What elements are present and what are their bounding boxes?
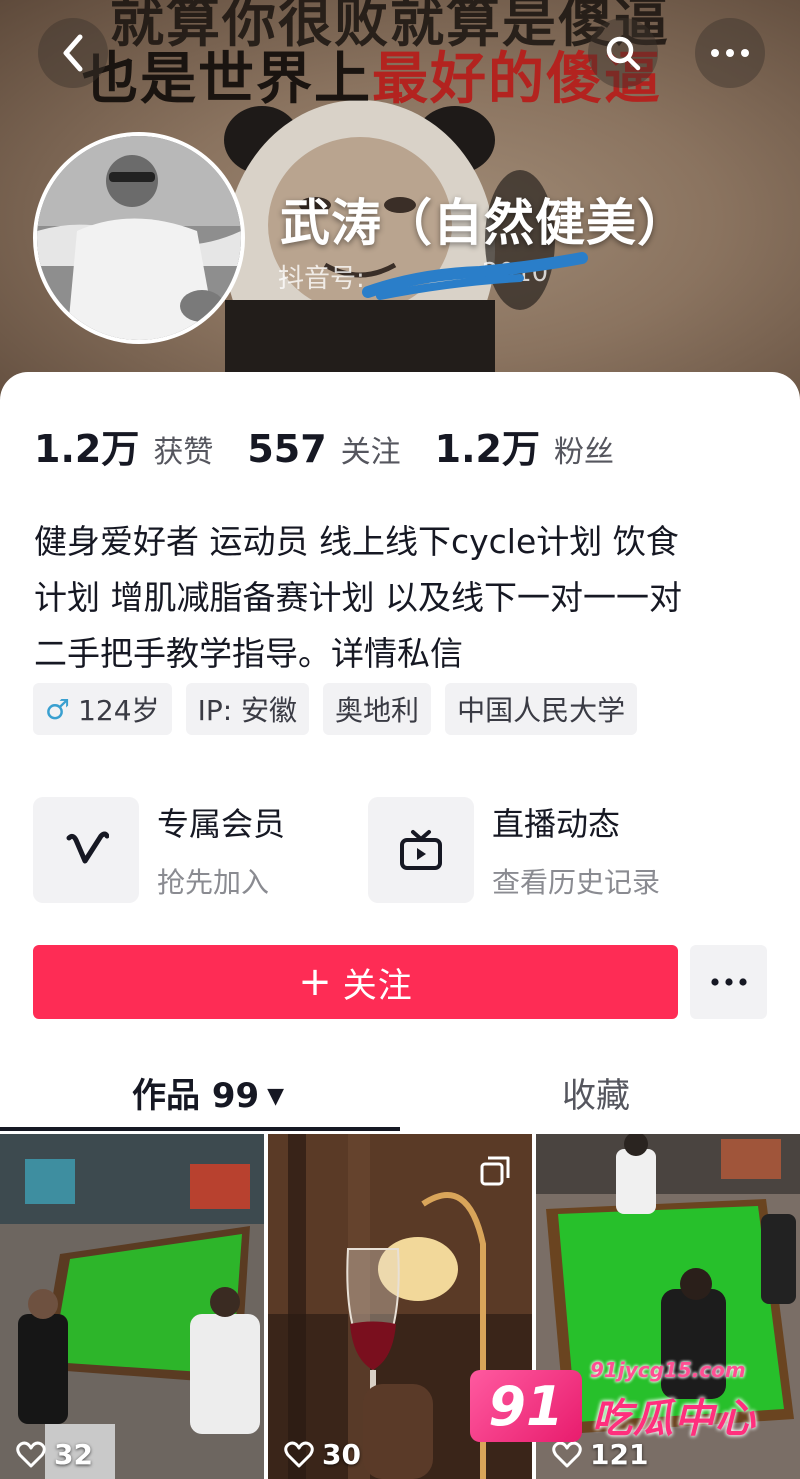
exclusive-member-card[interactable]: 专属会员 抢先加入 [33,797,285,903]
watermark: 91 91jycg15.com 吃瓜中心 [470,1358,770,1448]
profile-tags: ♂ 124岁 IP: 安徽 奥地利 中国人民大学 [33,683,638,735]
live-card-title: 直播动态 [492,805,621,843]
male-icon: ♂ [45,692,71,726]
avatar-image [37,136,241,340]
more-dots-icon [711,49,749,57]
like-count: 30 [284,1438,361,1471]
bio-line: 健身爱好者 运动员 线上线下cycle计划 饮食 [34,522,679,561]
follow-button[interactable]: + 关注 [33,945,678,1019]
plus-icon: + [298,959,333,1005]
bio-line: 计划 增肌减脂备赛计划 以及线下一对一一对 [34,578,682,617]
back-button[interactable] [38,18,108,88]
tag-age: 124岁 [78,694,160,727]
live-card-subtitle: 查看历史记录 [492,866,661,899]
heart-icon [16,1441,46,1467]
likes-label: 获赞 [153,435,214,470]
tab-works-label: 作品 99 [132,1076,260,1116]
redaction-scribble [362,252,588,300]
bio-line: 二手把手教学指导。详情私信 [34,634,463,673]
member-card-subtitle: 抢先加入 [157,866,270,899]
banner-meme-text-black: 也是世界上 [82,47,372,112]
like-count-value: 32 [54,1438,93,1471]
watermark-url: 91jycg15.com [590,1358,746,1382]
more-dots-icon [710,978,747,986]
active-tab-indicator [0,1127,400,1131]
avatar[interactable] [33,132,245,344]
live-history-card[interactable]: 直播动态 查看历史记录 [368,797,660,903]
tag-ip: IP: 安徽 [185,683,310,735]
followers-label[interactable]: 粉丝 [554,427,614,471]
tab-works[interactable]: 作品 99 ▼ [132,1068,284,1117]
member-card-title: 专属会员 [157,805,286,843]
tab-favorites[interactable]: 收藏 [562,1068,630,1117]
member-v-icon [66,831,109,864]
profile-nickname: 武涛（自然健美） [280,194,688,252]
tag-gender-age: ♂ 124岁 [33,683,172,735]
banner-meme-text-main: 也是世界上最好的傻逼 [82,34,662,115]
post-thumbnail[interactable]: 32 [0,1134,264,1479]
more-actions-button[interactable] [690,945,767,1019]
following-count[interactable]: 557 [247,427,326,471]
heart-icon [284,1441,314,1467]
more-options-button[interactable] [695,18,765,88]
follow-button-label: 关注 [342,965,413,1006]
likes-count: 1.2万 [34,427,140,471]
tag-school: 中国人民大学 [445,683,638,735]
followers-count[interactable]: 1.2万 [435,418,540,473]
multi-image-icon [480,1156,510,1190]
chevron-left-icon [63,34,83,72]
profile-bio: 健身爱好者 运动员 线上线下cycle计划 饮食 计划 增肌减脂备赛计划 以及线… [34,514,774,682]
post-image-billiards [0,1134,264,1479]
search-icon [606,36,641,71]
watermark-logo: 91 [470,1370,582,1442]
watermark-text: 吃瓜中心 [592,1396,756,1442]
following-label[interactable]: 关注 [341,427,401,471]
profile-stats: 1.2万 获赞 557 关注 1.2万 粉丝 [34,418,648,473]
caret-down-icon: ▼ [267,1084,285,1109]
live-tv-icon [400,830,442,870]
douyin-id-label: 抖音号: [278,264,365,294]
tag-location: 奥地利 [323,683,432,735]
search-button[interactable] [588,18,658,88]
like-count-value: 30 [322,1438,361,1471]
like-count: 32 [16,1438,93,1471]
